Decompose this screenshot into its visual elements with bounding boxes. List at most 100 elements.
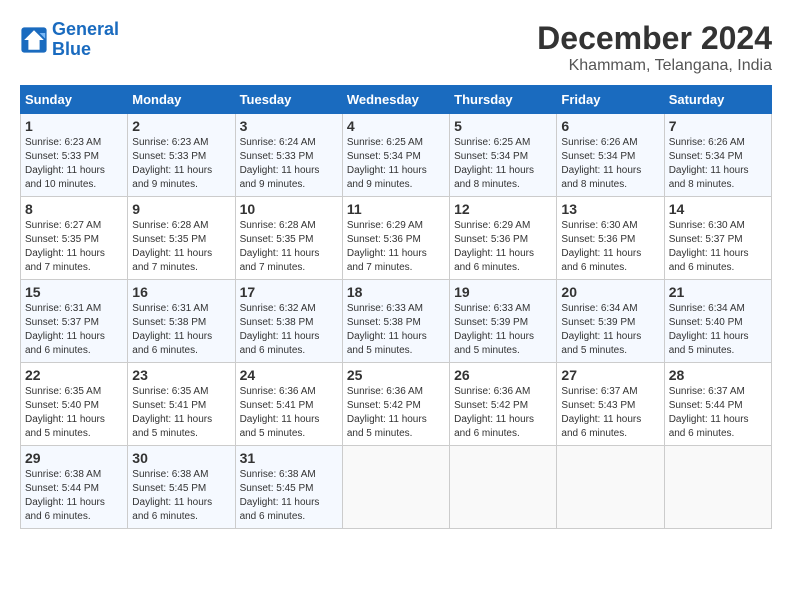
week-row-1: 1 Sunrise: 6:23 AM Sunset: 5:33 PM Dayli… (21, 114, 772, 197)
header-tuesday: Tuesday (235, 86, 342, 114)
sunset-text: Sunset: 5:34 PM (454, 150, 552, 164)
header-friday: Friday (557, 86, 664, 114)
sunrise-text: Sunrise: 6:28 AM (132, 219, 230, 233)
day-info: Sunrise: 6:33 AM Sunset: 5:38 PM Dayligh… (347, 302, 445, 358)
calendar-cell: 17 Sunrise: 6:32 AM Sunset: 5:38 PM Dayl… (235, 280, 342, 363)
sunset-text: Sunset: 5:35 PM (240, 233, 338, 247)
daylight-text: Daylight: 11 hours and 9 minutes. (347, 164, 445, 192)
calendar-cell: 14 Sunrise: 6:30 AM Sunset: 5:37 PM Dayl… (664, 197, 771, 280)
daylight-text: Daylight: 11 hours and 6 minutes. (669, 247, 767, 275)
sunset-text: Sunset: 5:38 PM (347, 316, 445, 330)
sunrise-text: Sunrise: 6:36 AM (347, 385, 445, 399)
calendar-cell: 25 Sunrise: 6:36 AM Sunset: 5:42 PM Dayl… (342, 363, 449, 446)
day-number: 14 (669, 201, 767, 217)
calendar-cell: 23 Sunrise: 6:35 AM Sunset: 5:41 PM Dayl… (128, 363, 235, 446)
sunset-text: Sunset: 5:35 PM (132, 233, 230, 247)
daylight-text: Daylight: 11 hours and 5 minutes. (669, 330, 767, 358)
sunset-text: Sunset: 5:39 PM (454, 316, 552, 330)
day-info: Sunrise: 6:33 AM Sunset: 5:39 PM Dayligh… (454, 302, 552, 358)
day-info: Sunrise: 6:26 AM Sunset: 5:34 PM Dayligh… (669, 136, 767, 192)
day-info: Sunrise: 6:35 AM Sunset: 5:41 PM Dayligh… (132, 385, 230, 441)
sunrise-text: Sunrise: 6:30 AM (561, 219, 659, 233)
sunset-text: Sunset: 5:38 PM (132, 316, 230, 330)
sunrise-text: Sunrise: 6:37 AM (561, 385, 659, 399)
day-info: Sunrise: 6:25 AM Sunset: 5:34 PM Dayligh… (347, 136, 445, 192)
sunrise-text: Sunrise: 6:25 AM (347, 136, 445, 150)
sunrise-text: Sunrise: 6:28 AM (240, 219, 338, 233)
calendar-cell (450, 446, 557, 529)
day-info: Sunrise: 6:38 AM Sunset: 5:45 PM Dayligh… (132, 468, 230, 524)
day-info: Sunrise: 6:34 AM Sunset: 5:40 PM Dayligh… (669, 302, 767, 358)
sunrise-text: Sunrise: 6:36 AM (454, 385, 552, 399)
sunset-text: Sunset: 5:43 PM (561, 399, 659, 413)
logo: General Blue (20, 20, 119, 60)
daylight-text: Daylight: 11 hours and 8 minutes. (669, 164, 767, 192)
sunrise-text: Sunrise: 6:31 AM (25, 302, 123, 316)
daylight-text: Daylight: 11 hours and 5 minutes. (347, 330, 445, 358)
header: General Blue December 2024 Khammam, Tela… (20, 20, 772, 75)
day-number: 31 (240, 450, 338, 466)
location-title: Khammam, Telangana, India (537, 57, 772, 75)
day-number: 26 (454, 367, 552, 383)
calendar-cell: 5 Sunrise: 6:25 AM Sunset: 5:34 PM Dayli… (450, 114, 557, 197)
sunrise-text: Sunrise: 6:36 AM (240, 385, 338, 399)
sunrise-text: Sunrise: 6:23 AM (132, 136, 230, 150)
header-thursday: Thursday (450, 86, 557, 114)
calendar-cell: 24 Sunrise: 6:36 AM Sunset: 5:41 PM Dayl… (235, 363, 342, 446)
daylight-text: Daylight: 11 hours and 5 minutes. (454, 330, 552, 358)
daylight-text: Daylight: 11 hours and 5 minutes. (25, 413, 123, 441)
logo-icon (20, 26, 48, 54)
sunset-text: Sunset: 5:33 PM (25, 150, 123, 164)
daylight-text: Daylight: 11 hours and 8 minutes. (561, 164, 659, 192)
sunset-text: Sunset: 5:45 PM (240, 482, 338, 496)
day-info: Sunrise: 6:31 AM Sunset: 5:37 PM Dayligh… (25, 302, 123, 358)
daylight-text: Daylight: 11 hours and 6 minutes. (25, 330, 123, 358)
day-number: 24 (240, 367, 338, 383)
header-saturday: Saturday (664, 86, 771, 114)
calendar-cell: 31 Sunrise: 6:38 AM Sunset: 5:45 PM Dayl… (235, 446, 342, 529)
calendar-cell: 29 Sunrise: 6:38 AM Sunset: 5:44 PM Dayl… (21, 446, 128, 529)
sunrise-text: Sunrise: 6:24 AM (240, 136, 338, 150)
day-info: Sunrise: 6:32 AM Sunset: 5:38 PM Dayligh… (240, 302, 338, 358)
calendar-cell: 27 Sunrise: 6:37 AM Sunset: 5:43 PM Dayl… (557, 363, 664, 446)
day-info: Sunrise: 6:29 AM Sunset: 5:36 PM Dayligh… (454, 219, 552, 275)
calendar-table: SundayMondayTuesdayWednesdayThursdayFrid… (20, 85, 772, 529)
calendar-cell: 3 Sunrise: 6:24 AM Sunset: 5:33 PM Dayli… (235, 114, 342, 197)
day-number: 3 (240, 118, 338, 134)
calendar-cell (664, 446, 771, 529)
day-info: Sunrise: 6:28 AM Sunset: 5:35 PM Dayligh… (132, 219, 230, 275)
sunrise-text: Sunrise: 6:35 AM (25, 385, 123, 399)
day-number: 29 (25, 450, 123, 466)
sunrise-text: Sunrise: 6:38 AM (25, 468, 123, 482)
sunrise-text: Sunrise: 6:34 AM (669, 302, 767, 316)
day-number: 9 (132, 201, 230, 217)
logo-text: General Blue (52, 20, 119, 60)
calendar-cell: 22 Sunrise: 6:35 AM Sunset: 5:40 PM Dayl… (21, 363, 128, 446)
sunrise-text: Sunrise: 6:29 AM (454, 219, 552, 233)
sunset-text: Sunset: 5:40 PM (669, 316, 767, 330)
day-number: 12 (454, 201, 552, 217)
calendar-cell: 9 Sunrise: 6:28 AM Sunset: 5:35 PM Dayli… (128, 197, 235, 280)
day-number: 1 (25, 118, 123, 134)
sunrise-text: Sunrise: 6:27 AM (25, 219, 123, 233)
daylight-text: Daylight: 11 hours and 6 minutes. (240, 330, 338, 358)
month-title: December 2024 (537, 20, 772, 57)
sunset-text: Sunset: 5:45 PM (132, 482, 230, 496)
day-info: Sunrise: 6:30 AM Sunset: 5:37 PM Dayligh… (669, 219, 767, 275)
sunrise-text: Sunrise: 6:26 AM (669, 136, 767, 150)
week-row-5: 29 Sunrise: 6:38 AM Sunset: 5:44 PM Dayl… (21, 446, 772, 529)
sunset-text: Sunset: 5:42 PM (454, 399, 552, 413)
daylight-text: Daylight: 11 hours and 6 minutes. (132, 496, 230, 524)
day-number: 6 (561, 118, 659, 134)
day-number: 27 (561, 367, 659, 383)
daylight-text: Daylight: 11 hours and 6 minutes. (25, 496, 123, 524)
sunrise-text: Sunrise: 6:31 AM (132, 302, 230, 316)
sunrise-text: Sunrise: 6:38 AM (240, 468, 338, 482)
calendar-cell: 26 Sunrise: 6:36 AM Sunset: 5:42 PM Dayl… (450, 363, 557, 446)
sunset-text: Sunset: 5:40 PM (25, 399, 123, 413)
daylight-text: Daylight: 11 hours and 6 minutes. (669, 413, 767, 441)
sunrise-text: Sunrise: 6:34 AM (561, 302, 659, 316)
day-number: 28 (669, 367, 767, 383)
calendar-cell: 6 Sunrise: 6:26 AM Sunset: 5:34 PM Dayli… (557, 114, 664, 197)
day-info: Sunrise: 6:23 AM Sunset: 5:33 PM Dayligh… (25, 136, 123, 192)
